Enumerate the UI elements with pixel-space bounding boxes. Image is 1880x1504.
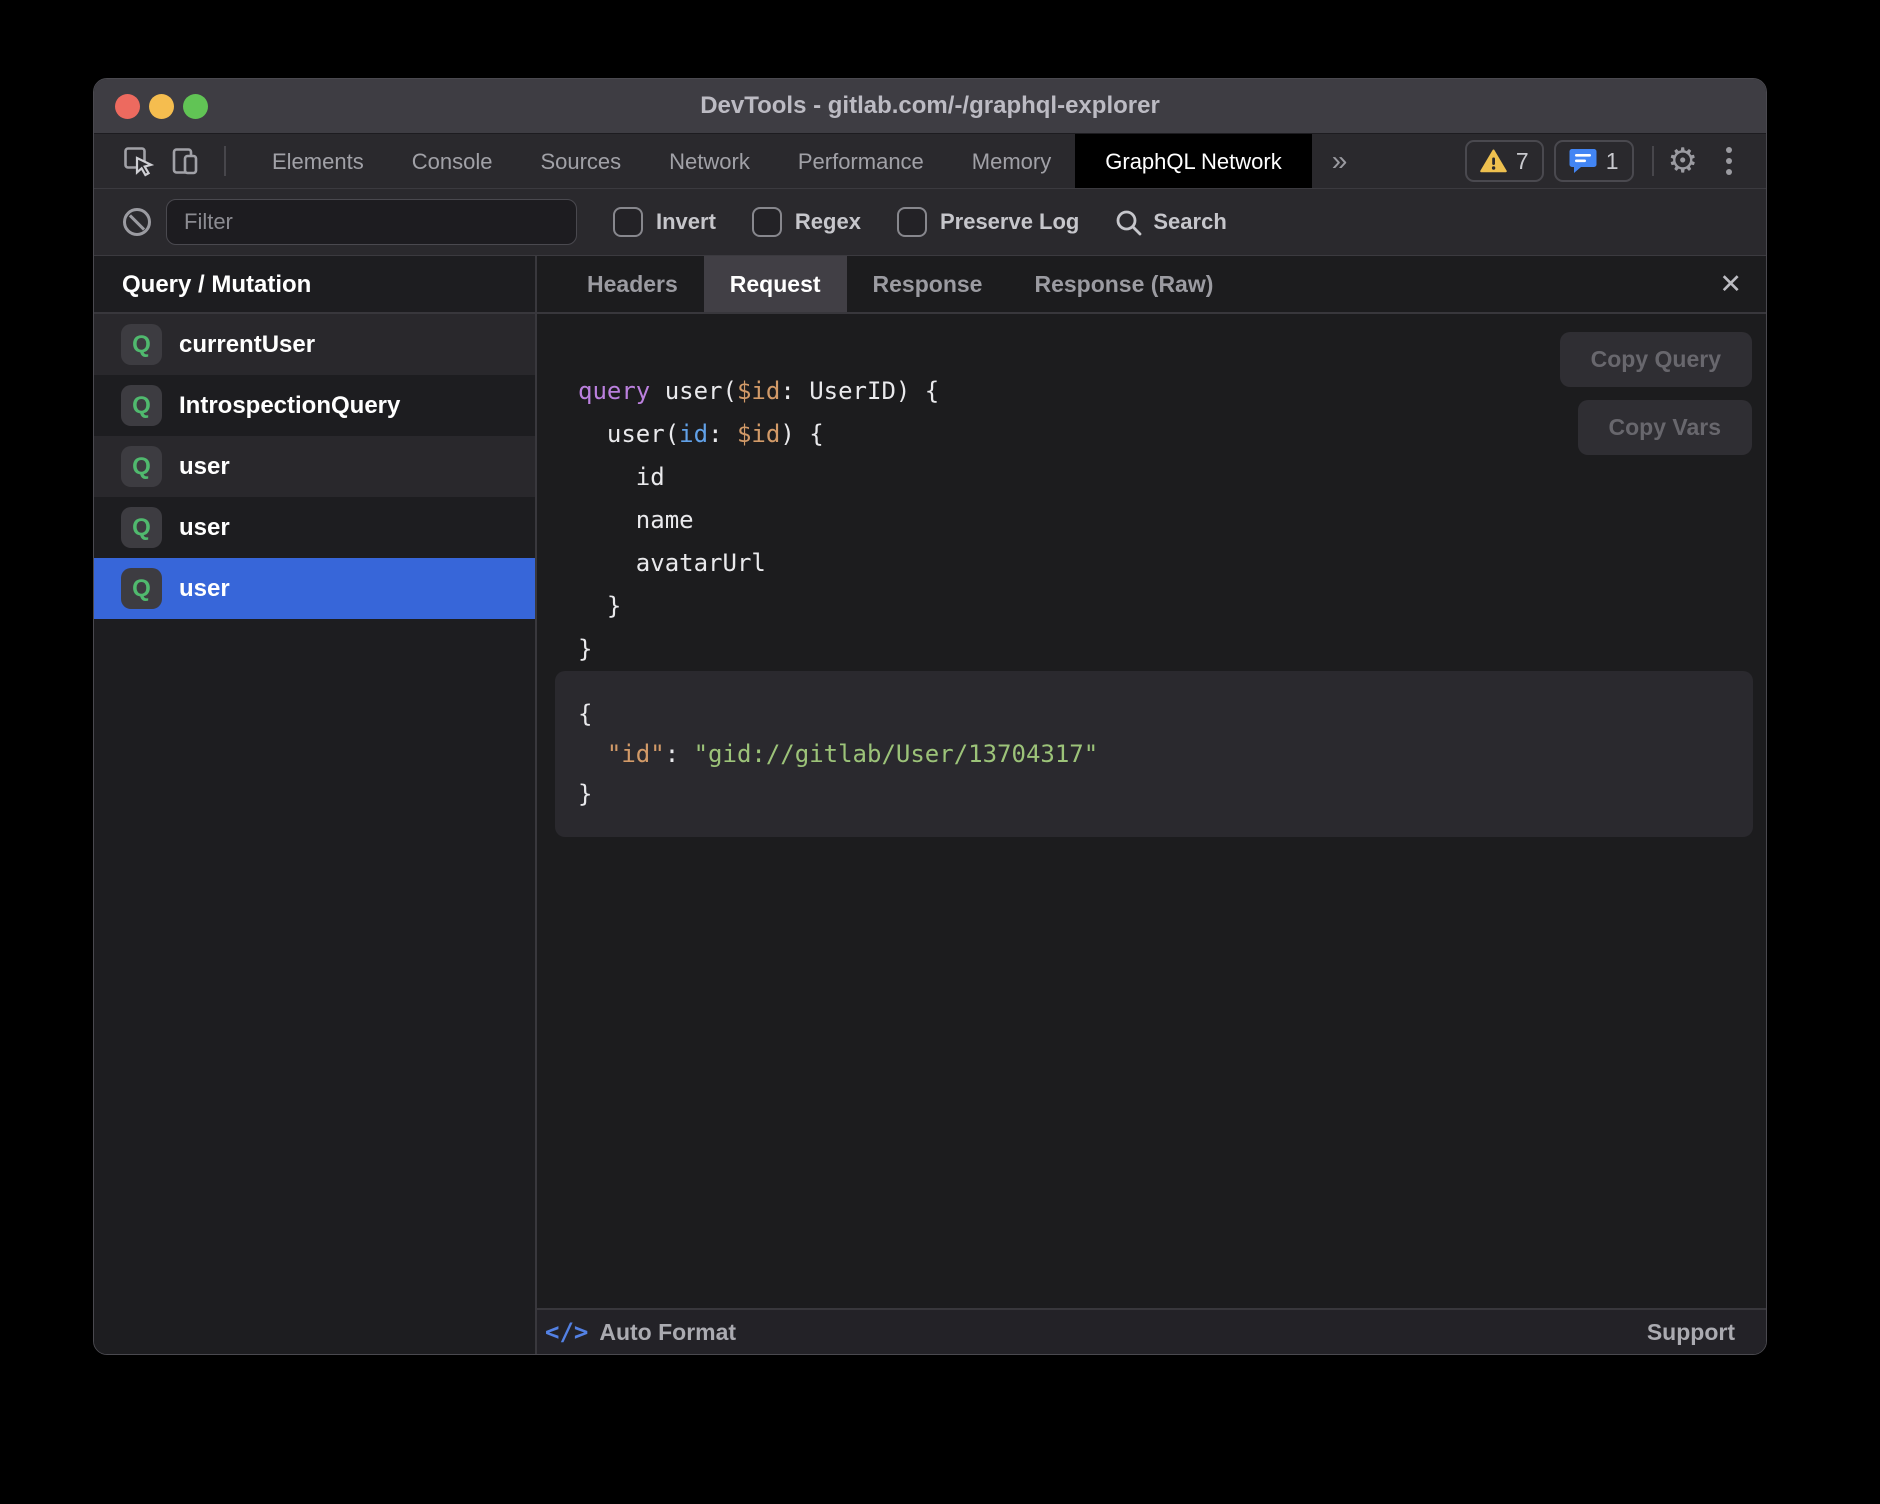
devtools-tab-graphql-network[interactable]: GraphQL Network xyxy=(1075,134,1311,188)
issues-count: 1 xyxy=(1606,148,1619,175)
query-name-label: IntrospectionQuery xyxy=(179,392,400,420)
code-line: { xyxy=(578,694,1753,734)
code-line: "id": "gid://gitlab/User/13704317" xyxy=(578,734,1753,774)
title-bar: DevTools - gitlab.com/-/graphql-explorer xyxy=(94,79,1766,134)
auto-format-icon: </> xyxy=(545,1318,588,1346)
toolbar-right-controls: 7 1 ⚙ xyxy=(1455,134,1766,188)
query-type-badge: Q xyxy=(121,324,162,365)
more-options-kebab-icon[interactable] xyxy=(1712,147,1746,175)
filter-bar: Invert Regex Preserve Log Search xyxy=(94,189,1766,256)
query-type-badge: Q xyxy=(121,446,162,487)
toolbar-divider xyxy=(1652,146,1654,176)
device-toolbar-icon[interactable] xyxy=(170,145,202,177)
query-name-label: user xyxy=(179,575,230,603)
devtools-toolbar: ElementsConsoleSourcesNetworkPerformance… xyxy=(94,134,1766,189)
detail-tab-response-raw[interactable]: Response (Raw) xyxy=(1008,256,1239,312)
checkbox-label: Invert xyxy=(656,209,716,235)
inspect-element-icon[interactable] xyxy=(122,145,154,177)
code-line: } xyxy=(578,628,1766,671)
code-line: name xyxy=(578,499,1766,542)
warnings-badge[interactable]: 7 xyxy=(1465,140,1544,182)
checkbox-label: Preserve Log xyxy=(940,209,1079,235)
minimize-window-button[interactable] xyxy=(149,94,174,119)
checkbox-box[interactable] xyxy=(613,207,643,237)
query-list-item[interactable]: Quser xyxy=(94,558,535,619)
detail-tab-request[interactable]: Request xyxy=(704,256,847,312)
window-title: DevTools - gitlab.com/-/graphql-explorer xyxy=(94,79,1766,133)
checkbox-invert[interactable]: Invert xyxy=(613,207,716,237)
search-icon xyxy=(1115,209,1142,236)
checkbox-regex[interactable]: Regex xyxy=(752,207,861,237)
search-control[interactable]: Search xyxy=(1115,209,1226,236)
checkbox-label: Regex xyxy=(795,209,861,235)
sidebar-header: Query / Mutation xyxy=(94,256,535,314)
zoom-window-button[interactable] xyxy=(183,94,208,119)
query-list-item[interactable]: Quser xyxy=(94,497,535,558)
devtools-tab-sources[interactable]: Sources xyxy=(516,134,645,188)
devtools-tab-network[interactable]: Network xyxy=(645,134,774,188)
query-name-label: user xyxy=(179,453,230,481)
query-list: QcurrentUserQIntrospectionQueryQuserQuse… xyxy=(94,314,535,619)
toolbar-divider xyxy=(224,146,226,176)
code-line: } xyxy=(578,585,1766,628)
settings-gear-icon[interactable]: ⚙ xyxy=(1668,144,1698,178)
checkbox-box[interactable] xyxy=(897,207,927,237)
copy-vars-button[interactable]: Copy Vars xyxy=(1578,400,1753,455)
code-line: } xyxy=(578,774,1753,814)
message-bubble-icon xyxy=(1569,148,1597,174)
query-name-label: user xyxy=(179,514,230,542)
checkbox-box[interactable] xyxy=(752,207,782,237)
checkbox-preserve-log[interactable]: Preserve Log xyxy=(897,207,1079,237)
query-list-item[interactable]: Q IntrospectionQuery xyxy=(94,375,535,436)
detail-tab-response[interactable]: Response xyxy=(847,256,1009,312)
query-type-badge: Q xyxy=(121,568,162,609)
query-name-label: currentUser xyxy=(179,331,315,359)
warnings-count: 7 xyxy=(1516,148,1529,175)
filter-input[interactable] xyxy=(166,199,577,245)
detail-tab-headers[interactable]: Headers xyxy=(561,256,704,312)
detail-footer: </> Auto Format Support xyxy=(537,1308,1766,1354)
filter-checkboxes: Invert Regex Preserve Log xyxy=(577,207,1079,237)
clear-block-icon[interactable] xyxy=(123,208,151,236)
close-detail-icon[interactable]: ✕ xyxy=(1719,256,1742,314)
support-link[interactable]: Support xyxy=(1647,1319,1735,1346)
traffic-lights xyxy=(115,94,208,119)
detail-tab-bar: HeadersRequestResponseResponse (Raw) ✕ xyxy=(537,256,1766,314)
devtools-tab-memory[interactable]: Memory xyxy=(948,134,1075,188)
devtools-tab-elements[interactable]: Elements xyxy=(248,134,388,188)
query-list-item[interactable]: QcurrentUser xyxy=(94,314,535,375)
issues-badge[interactable]: 1 xyxy=(1554,140,1634,182)
auto-format-button[interactable]: Auto Format xyxy=(599,1319,736,1346)
search-label: Search xyxy=(1153,209,1226,235)
devtools-tab-performance[interactable]: Performance xyxy=(774,134,948,188)
more-tabs-icon[interactable]: » xyxy=(1312,145,1368,177)
code-line: id xyxy=(578,456,1766,499)
code-line: avatarUrl xyxy=(578,542,1766,585)
query-variables-box: { "id": "gid://gitlab/User/13704317"} xyxy=(555,671,1753,837)
query-type-badge: Q xyxy=(121,507,162,548)
warning-triangle-icon xyxy=(1480,149,1507,173)
copy-buttons: Copy Query Copy Vars xyxy=(1560,332,1752,455)
close-window-button[interactable] xyxy=(115,94,140,119)
request-view: query user($id: UserID) { user(id: $id) … xyxy=(537,314,1766,1308)
detail-panel: HeadersRequestResponseResponse (Raw) ✕ qu… xyxy=(537,256,1766,1354)
devtools-tab-list: ElementsConsoleSourcesNetworkPerformance… xyxy=(248,134,1312,188)
query-sidebar: Query / Mutation QcurrentUserQIntrospect… xyxy=(94,256,537,1354)
copy-query-button[interactable]: Copy Query xyxy=(1560,332,1752,387)
query-list-item[interactable]: Quser xyxy=(94,436,535,497)
devtools-window: DevTools - gitlab.com/-/graphql-explorer… xyxy=(93,78,1767,1355)
query-type-badge: Q xyxy=(121,385,162,426)
devtools-tab-console[interactable]: Console xyxy=(388,134,517,188)
